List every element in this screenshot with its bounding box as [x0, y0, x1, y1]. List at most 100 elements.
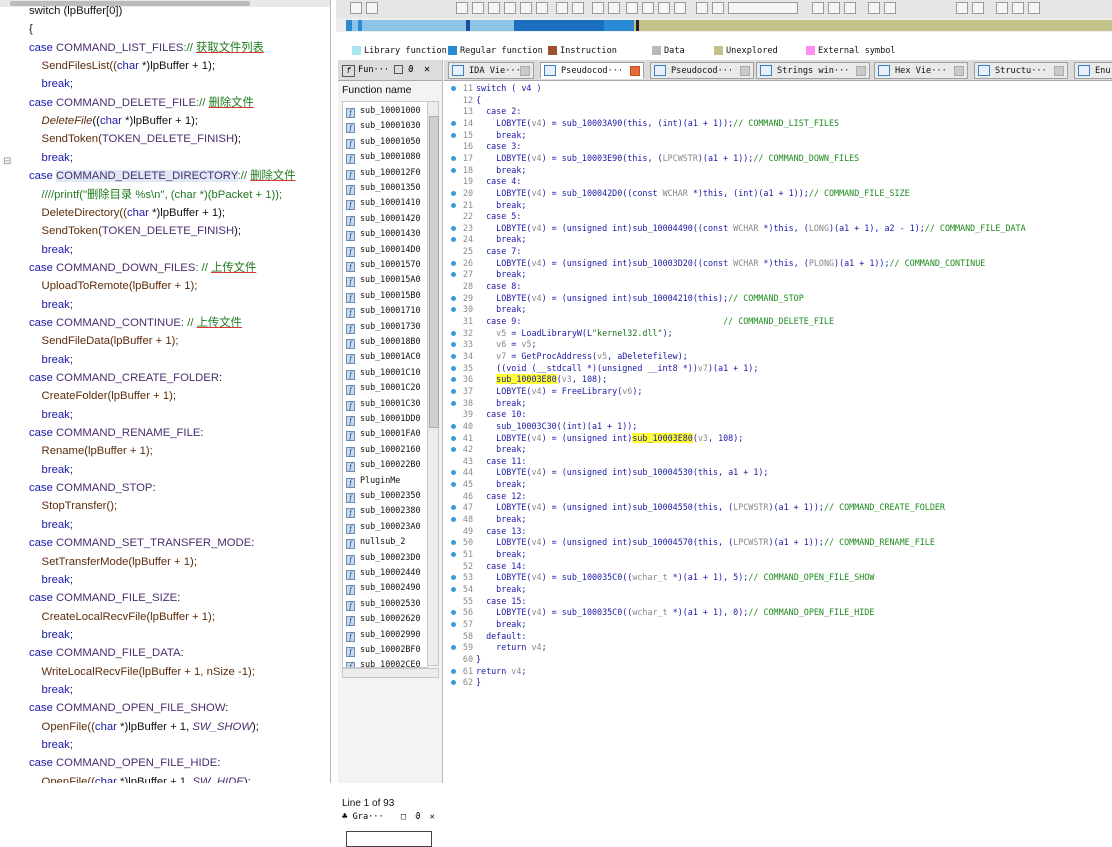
- tab-structures[interactable]: Structu···: [974, 62, 1068, 79]
- breakpoint-dot-icon[interactable]: [451, 400, 456, 406]
- function-list[interactable]: f sub_10001000 f sub_10001030 f sub_10001050 f…: [342, 101, 428, 668]
- pseudocode-line[interactable]: 45 break;: [446, 479, 1112, 491]
- breakpoint-dot-icon[interactable]: [451, 668, 456, 674]
- pseudocode-line[interactable]: 55 case 15:: [446, 596, 1112, 608]
- function-list-item[interactable]: f nullsub_2: [343, 534, 405, 550]
- breakpoint-dot-icon[interactable]: [451, 575, 456, 581]
- function-list-item[interactable]: f sub_10002380: [343, 503, 421, 519]
- pseudocode-line[interactable]: 56 LOBYTE(v4) = sub_100035C0((wchar_t *)…: [446, 607, 1112, 619]
- close-icon[interactable]: ✕: [430, 812, 435, 822]
- pseudocode-line[interactable]: 34 v7 = GetProcAddress(v5, aDeletefilew)…: [446, 351, 1112, 363]
- pseudocode-line[interactable]: 20 LOBYTE(v4) = sub_100042D0((const WCHA…: [446, 188, 1112, 200]
- debugger-select[interactable]: [728, 2, 798, 14]
- pseudocode-line[interactable]: 29 LOBYTE(v4) = (unsigned int)sub_100042…: [446, 293, 1112, 305]
- fold-marker-icon[interactable]: ⊟: [3, 156, 11, 167]
- pseudocode-line[interactable]: 37 LOBYTE(v4) = FreeLibrary(v6);: [446, 386, 1112, 398]
- pseudocode-line[interactable]: 24 break;: [446, 234, 1112, 246]
- tab-close-icon[interactable]: [630, 66, 640, 76]
- pseudocode-line[interactable]: 14 LOBYTE(v4) = sub_10003A90(this, (int)…: [446, 118, 1112, 130]
- restore-icon[interactable]: □: [401, 812, 406, 822]
- breakpoint-dot-icon[interactable]: [451, 132, 456, 138]
- pseudocode-line[interactable]: 40 sub_10003C30((int)(a1 + 1));: [446, 421, 1112, 433]
- toolbar-button[interactable]: [658, 2, 670, 14]
- breakpoint-dot-icon[interactable]: [451, 365, 456, 371]
- function-list-item[interactable]: f sub_10001350: [343, 180, 421, 195]
- breakpoint-dot-icon[interactable]: [451, 330, 456, 336]
- toolbar-button[interactable]: [472, 2, 484, 14]
- breakpoint-dot-icon[interactable]: [451, 272, 456, 278]
- pin-icon[interactable]: ϑ: [415, 812, 420, 822]
- function-list-item[interactable]: f sub_10001C20: [343, 380, 421, 396]
- toolbar-button[interactable]: [844, 2, 856, 14]
- pseudocode-line[interactable]: 35 ((void (__stdcall *)(unsigned __int8 …: [446, 363, 1112, 375]
- function-list-item[interactable]: f sub_10001080: [343, 149, 421, 165]
- scrollbar-thumb[interactable]: [429, 116, 439, 428]
- toolbar-button[interactable]: [812, 2, 824, 14]
- pseudocode-line[interactable]: 39 case 10:: [446, 409, 1112, 421]
- breakpoint-dot-icon[interactable]: [451, 342, 456, 348]
- function-list-item[interactable]: f sub_10001050: [343, 134, 421, 149]
- function-list-item[interactable]: f sub_10002CE0: [343, 657, 421, 667]
- breakpoint-dot-icon[interactable]: [451, 295, 456, 301]
- toolbar-button[interactable]: [556, 2, 568, 14]
- toolbar-button[interactable]: [572, 2, 584, 14]
- pseudocode-line[interactable]: 59 return v4;: [446, 642, 1112, 654]
- function-list-item[interactable]: f sub_10001C30: [343, 396, 421, 411]
- tab-strings[interactable]: Strings win···: [756, 62, 870, 79]
- breakpoint-dot-icon[interactable]: [451, 190, 456, 196]
- pseudocode-line[interactable]: 60}: [446, 654, 1112, 666]
- close-icon[interactable]: ✕: [424, 60, 430, 80]
- pseudocode-line[interactable]: 30 break;: [446, 304, 1112, 316]
- pseudocode-line[interactable]: 13 case 2:: [446, 106, 1112, 118]
- breakpoint-dot-icon[interactable]: [451, 167, 456, 173]
- function-list-item[interactable]: f sub_100015B0: [343, 288, 421, 303]
- pseudocode-line[interactable]: 47 LOBYTE(v4) = (unsigned int)sub_100045…: [446, 502, 1112, 514]
- breakpoint-dot-icon[interactable]: [451, 86, 456, 91]
- breakpoint-dot-icon[interactable]: [451, 307, 456, 313]
- toolbar-button[interactable]: [366, 2, 378, 14]
- toolbar-button[interactable]: [956, 2, 968, 14]
- source-code-pane[interactable]: ⊟ switch (lpBuffer[0]) {case COMMAND_LIST…: [0, 0, 331, 783]
- function-list-item[interactable]: f sub_10001DD0: [343, 411, 421, 426]
- function-list-item[interactable]: f sub_10001430: [343, 226, 421, 242]
- breakpoint-dot-icon[interactable]: [451, 610, 456, 616]
- toolbar-button[interactable]: [712, 2, 724, 14]
- toolbar-button[interactable]: [674, 2, 686, 14]
- breakpoint-dot-icon[interactable]: [451, 435, 456, 441]
- toolbar-button[interactable]: [884, 2, 896, 14]
- function-list-item[interactable]: f sub_10001000: [343, 103, 421, 118]
- pseudocode-line[interactable]: 36 sub_10003E80(v3, 108);: [446, 374, 1112, 386]
- pseudocode-line[interactable]: 19 case 4:: [446, 176, 1112, 188]
- pseudocode-line[interactable]: 15 break;: [446, 130, 1112, 142]
- toolbar-button[interactable]: [350, 2, 362, 14]
- vertical-scrollbar[interactable]: [427, 101, 439, 666]
- tab-close-icon[interactable]: [856, 66, 866, 76]
- breakpoint-dot-icon[interactable]: [451, 540, 456, 546]
- breakpoint-dot-icon[interactable]: [451, 645, 456, 651]
- function-list-item[interactable]: f sub_100012F0: [343, 165, 421, 180]
- pseudocode-line[interactable]: 61 return v4;: [446, 666, 1112, 678]
- function-list-item[interactable]: f sub_10001710: [343, 303, 421, 319]
- tab-hex-view[interactable]: Hex Vie···: [874, 62, 968, 79]
- toolbar-button[interactable]: [488, 2, 500, 14]
- tab-ida-view[interactable]: IDA Vie···: [448, 62, 534, 79]
- function-list-item[interactable]: f sub_10001AC0: [343, 349, 421, 365]
- function-list-item[interactable]: f sub_10002490: [343, 580, 421, 596]
- pseudocode-line[interactable]: 58 default:: [446, 631, 1112, 643]
- breakpoint-dot-icon[interactable]: [451, 260, 456, 266]
- pin-icon[interactable]: ϑ: [408, 60, 413, 80]
- breakpoint-dot-icon[interactable]: [451, 155, 456, 161]
- breakpoint-dot-icon[interactable]: [451, 388, 456, 394]
- toolbar-button[interactable]: [972, 2, 984, 14]
- function-list-item[interactable]: f PluginMe: [343, 473, 400, 488]
- pseudocode-line[interactable]: 21 break;: [446, 200, 1112, 212]
- function-list-item[interactable]: f sub_100023D0: [343, 550, 421, 565]
- breakpoint-dot-icon[interactable]: [451, 621, 456, 627]
- toolbar-button[interactable]: [626, 2, 638, 14]
- toolbar-button[interactable]: [642, 2, 654, 14]
- toolbar-button[interactable]: [592, 2, 604, 14]
- tab-enums[interactable]: Enu: [1074, 62, 1112, 79]
- pseudocode-line[interactable]: 32 v5 = LoadLibraryW(L"kernel32.dll");: [446, 328, 1112, 340]
- pseudocode-line[interactable]: 46 case 12:: [446, 491, 1112, 503]
- pseudocode-line[interactable]: 12{: [446, 95, 1112, 107]
